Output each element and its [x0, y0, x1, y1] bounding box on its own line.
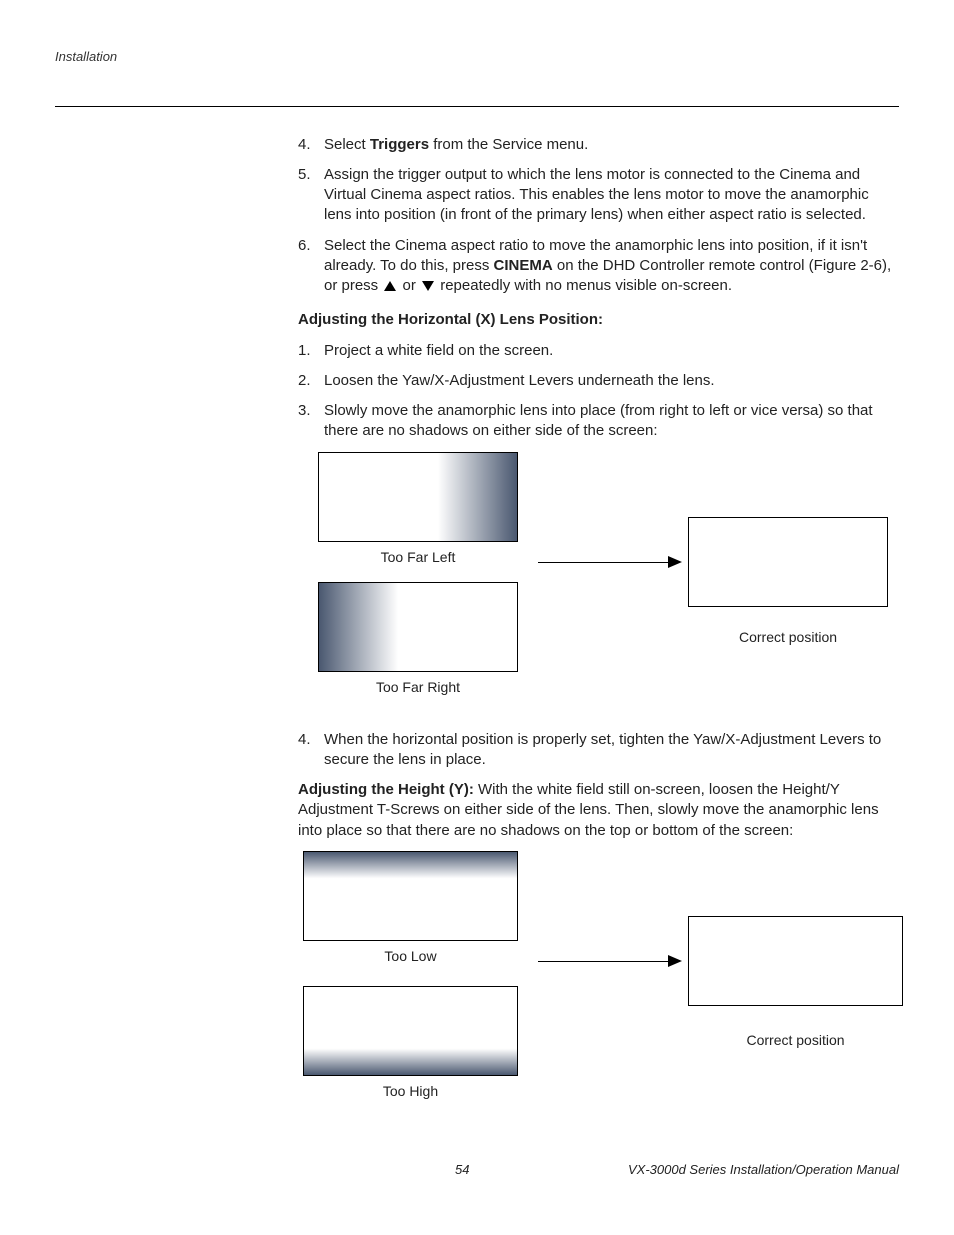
item-number: 3. [298, 401, 324, 442]
arrow-head-icon [668, 556, 682, 568]
vertical-adjustment-diagram: Too Low Too High Correct position [298, 851, 899, 1121]
down-arrow-icon [422, 281, 434, 291]
main-content: 4. Select Triggers from the Service menu… [298, 135, 899, 1121]
instruction-list-1: 4. Select Triggers from the Service menu… [298, 135, 899, 297]
item-number: 6. [298, 236, 324, 297]
height-adjustment-paragraph: Adjusting the Height (Y): With the white… [298, 780, 899, 841]
up-arrow-icon [384, 281, 396, 291]
list-item: 1. Project a white field on the screen. [298, 341, 899, 361]
instruction-list-3: 4. When the horizontal position is prope… [298, 730, 899, 771]
item-text: Project a white field on the screen. [324, 341, 899, 361]
item-number: 4. [298, 135, 324, 155]
list-item: 2. Loosen the Yaw/X-Adjustment Levers un… [298, 371, 899, 391]
arrow-line [538, 961, 673, 962]
list-item: 6. Select the Cinema aspect ratio to mov… [298, 236, 899, 297]
too-high-box [303, 986, 518, 1076]
too-far-left-box [318, 452, 518, 542]
too-high-label: Too High [303, 1082, 518, 1101]
too-low-label: Too Low [303, 947, 518, 966]
item-number: 2. [298, 371, 324, 391]
list-item: 3. Slowly move the anamorphic lens into … [298, 401, 899, 442]
item-text: Select the Cinema aspect ratio to move t… [324, 236, 899, 297]
section-name: Installation [55, 49, 117, 64]
item-number: 5. [298, 165, 324, 226]
item-text: Slowly move the anamorphic lens into pla… [324, 401, 899, 442]
too-far-right-label: Too Far Right [318, 678, 518, 697]
list-item: 4. Select Triggers from the Service menu… [298, 135, 899, 155]
instruction-list-2: 1. Project a white field on the screen. … [298, 341, 899, 442]
correct-position-box [688, 916, 903, 1006]
list-item: 4. When the horizontal position is prope… [298, 730, 899, 771]
too-far-left-label: Too Far Left [318, 548, 518, 567]
page-header: Installation [55, 48, 899, 107]
para-bold: Adjusting the Height (Y): [298, 781, 478, 798]
item-number: 1. [298, 341, 324, 361]
item-text: When the horizontal position is properly… [324, 730, 899, 771]
arrow-line [538, 562, 673, 563]
correct-position-box [688, 517, 888, 607]
page-footer: 54 VX-3000d Series Installation/Operatio… [55, 1161, 899, 1179]
too-far-right-box [318, 582, 518, 672]
item-text: Assign the trigger output to which the l… [324, 165, 899, 226]
page-number: 54 [455, 1161, 469, 1179]
item-text: Loosen the Yaw/X-Adjustment Levers under… [324, 371, 899, 391]
too-low-box [303, 851, 518, 941]
document-title: VX-3000d Series Installation/Operation M… [628, 1161, 899, 1179]
item-number: 4. [298, 730, 324, 771]
horizontal-adjustment-diagram: Too Far Left Too Far Right Correct posit… [298, 452, 899, 712]
arrow-head-icon [668, 955, 682, 967]
item-text: Select Triggers from the Service menu. [324, 135, 899, 155]
subheading-horizontal: Adjusting the Horizontal (X) Lens Positi… [298, 310, 899, 330]
correct-position-label: Correct position [688, 628, 888, 647]
correct-position-label: Correct position [688, 1031, 903, 1050]
list-item: 5. Assign the trigger output to which th… [298, 165, 899, 226]
